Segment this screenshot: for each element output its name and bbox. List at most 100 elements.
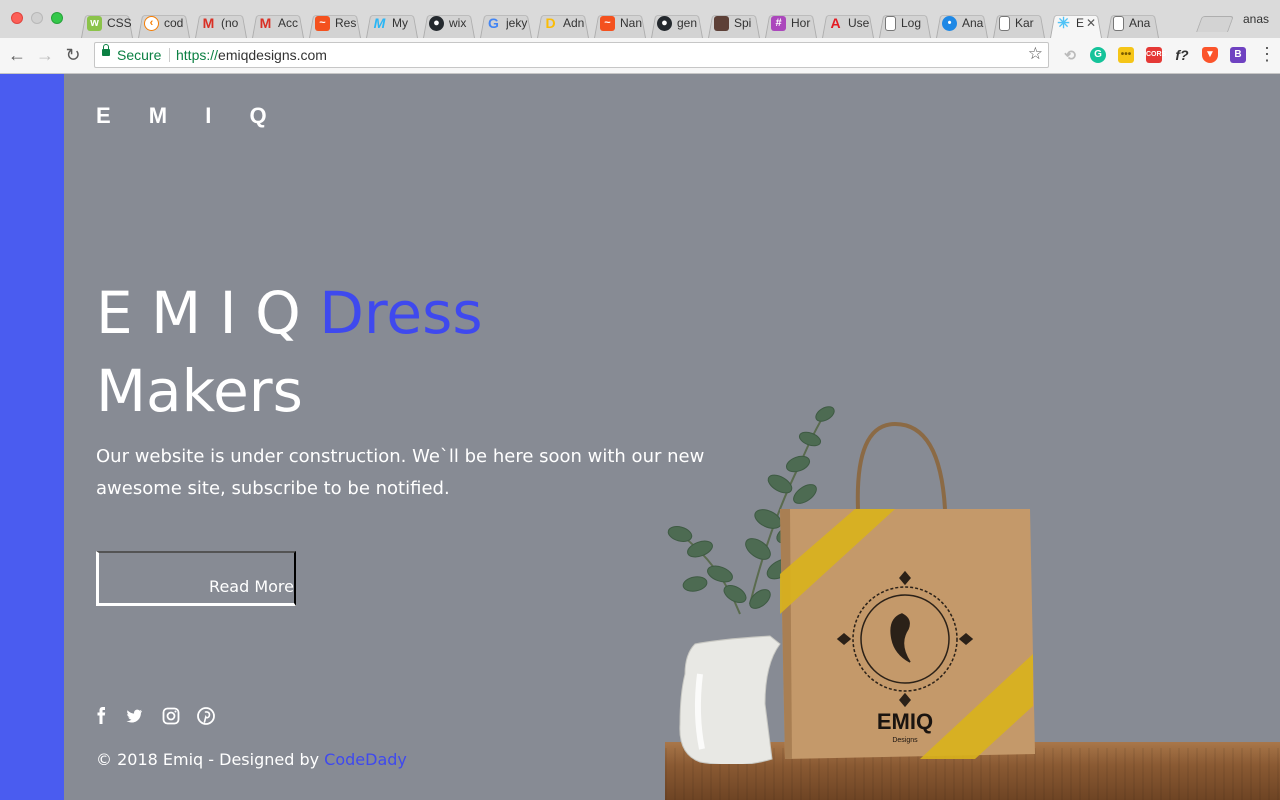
address-bar[interactable]: Secure https://emiqdesigns.com ☆ (94, 42, 1049, 68)
browser-tab[interactable]: Gjeky (477, 8, 535, 38)
blue-m-icon: M (373, 14, 386, 31)
tab-label: Acc (278, 16, 299, 30)
tab-label: CSS (107, 16, 131, 30)
brave-shield-icon[interactable]: ▼ (1202, 47, 1218, 63)
browser-tab[interactable]: A Use (819, 8, 877, 38)
browser-tab[interactable]: Kar (990, 8, 1048, 38)
hero-heading-line2: Makers (96, 357, 303, 425)
tab-label: Ana (1129, 16, 1151, 30)
orange-zigzag-icon: ~ (600, 15, 615, 31)
adsense-icon: D (545, 14, 556, 31)
bootstrap-icon[interactable]: B (1230, 47, 1246, 63)
browser-toolbar: ← → ↻ Secure https://emiqdesigns.com ☆ ⟲… (0, 38, 1280, 74)
browser-menu-icon[interactable]: ⋮ (1258, 44, 1276, 64)
secure-label: Secure (117, 47, 162, 63)
browser-tab[interactable]: D Adn (534, 8, 592, 38)
adobe-icon: A (830, 14, 841, 31)
tab-label: Kar (1015, 16, 1034, 30)
orange-zigzag-icon: ~ (315, 15, 330, 31)
tab-label: Log (901, 16, 922, 30)
drop-icon: • (942, 15, 957, 31)
new-tab-button[interactable] (1196, 16, 1234, 32)
github-icon: ● (657, 15, 672, 31)
hero-description: Our website is under construction. We`ll… (96, 446, 705, 499)
browser-tab[interactable]: Log (876, 8, 934, 38)
sparkle-icon: ✳ (1057, 14, 1070, 32)
hero-heading-accent: Dress (319, 279, 483, 347)
back-arrow-icon[interactable]: ← (6, 44, 28, 66)
document-icon (999, 15, 1010, 31)
reload-icon[interactable]: ↻ (62, 44, 84, 66)
profile-name[interactable]: anas (1243, 12, 1269, 26)
vase-icon (679, 635, 781, 764)
window-maximize-button[interactable] (51, 12, 63, 24)
browser-tab-bar: w CSS ‹ cod M (no M Acc ~ Res M My ● wix Gjeky … (0, 0, 1280, 38)
read-more-button[interactable]: Read More (96, 551, 296, 606)
tab-label: (no (221, 16, 239, 30)
tab-label: Hor (791, 16, 811, 30)
browser-tab[interactable]: ● wix (420, 8, 478, 38)
browser-tab[interactable]: M My (363, 8, 421, 38)
tab-label: Use (848, 16, 870, 30)
url-host: emiqdesigns.com (218, 47, 327, 63)
close-tab-icon[interactable]: ✕ (1086, 16, 1096, 30)
browser-tab[interactable]: ‹ cod (135, 8, 193, 38)
codepen-circle-icon: ‹ (144, 15, 159, 31)
product-photo: EMIQ Designs (667, 406, 1035, 764)
browser-tab[interactable]: w CSS (78, 8, 136, 38)
bookmark-star-icon[interactable]: ☆ (1028, 44, 1043, 64)
tab-label: Ana (962, 16, 984, 30)
browser-tab[interactable]: # Hor (762, 8, 820, 38)
cors-extension-icon[interactable]: CORS (1146, 47, 1166, 63)
browser-tab[interactable]: Spi (705, 8, 763, 38)
tab-label: Res (335, 16, 357, 30)
forward-arrow-icon[interactable]: → (34, 44, 56, 66)
browser-tab[interactable]: M Acc (249, 8, 307, 38)
github-icon: ● (429, 15, 444, 31)
bag-brand-text: EMIQ (877, 709, 933, 734)
designer-link[interactable]: CodeDady (324, 750, 407, 769)
hero-heading-plain: E M I Q (96, 279, 320, 347)
document-icon (1113, 15, 1124, 31)
w3schools-icon: w (87, 15, 102, 31)
browser-tab[interactable]: • Ana (933, 8, 991, 38)
purple-grid-icon: # (771, 15, 786, 31)
url-scheme: https:// (176, 47, 219, 63)
twitter-icon[interactable] (124, 706, 144, 726)
gmail-icon: M (259, 14, 272, 31)
site-logo[interactable]: E M I Q (96, 103, 283, 129)
google-icon: G (488, 14, 499, 31)
browser-tab[interactable]: M (no (192, 8, 250, 38)
tab-label: gen (677, 16, 698, 30)
hero-heading: E M I Q Dress Makers (96, 274, 483, 430)
tab-label: cod (164, 16, 184, 30)
tab-label: Nan (620, 16, 643, 30)
tab-label: My (392, 16, 408, 30)
tab-label: Adn (563, 16, 585, 30)
tab-label: wix (449, 16, 467, 30)
browser-tab[interactable]: Ana (1104, 8, 1162, 38)
tab-label: E (1076, 16, 1084, 30)
copyright-prefix: © 2018 Emiq - Designed by (96, 750, 325, 769)
url-text[interactable]: https://emiqdesigns.com (176, 47, 327, 63)
address-separator (169, 48, 170, 62)
copyright-text: © 2018 Emiq - Designed by CodeDady (96, 750, 407, 769)
tab-label: jeky (506, 16, 528, 30)
tab-strip: w CSS ‹ cod M (no M Acc ~ Res M My ● wix Gjeky … (78, 8, 1161, 38)
browser-tab[interactable]: ~ Nan (591, 8, 649, 38)
tab-label: Spi (734, 16, 752, 30)
instagram-icon[interactable] (161, 706, 181, 726)
browser-tab-active[interactable]: ✳ E ✕ (1047, 8, 1105, 38)
browser-tab[interactable]: ~ Res (306, 8, 364, 38)
browser-tab[interactable]: ● gen (648, 8, 706, 38)
extension-yellow-icon[interactable]: ••• (1118, 47, 1134, 63)
facebook-icon[interactable] (92, 706, 112, 726)
grammarly-icon[interactable]: G (1090, 47, 1106, 63)
window-close-button[interactable] (11, 12, 23, 24)
document-icon (885, 15, 896, 31)
book-icon (714, 15, 729, 31)
window-minimize-button[interactable] (31, 12, 43, 24)
extension-refresh-icon[interactable]: ⟲ (1062, 47, 1078, 63)
pinterest-icon[interactable] (196, 706, 216, 726)
whatfont-icon[interactable]: f? (1174, 47, 1190, 63)
